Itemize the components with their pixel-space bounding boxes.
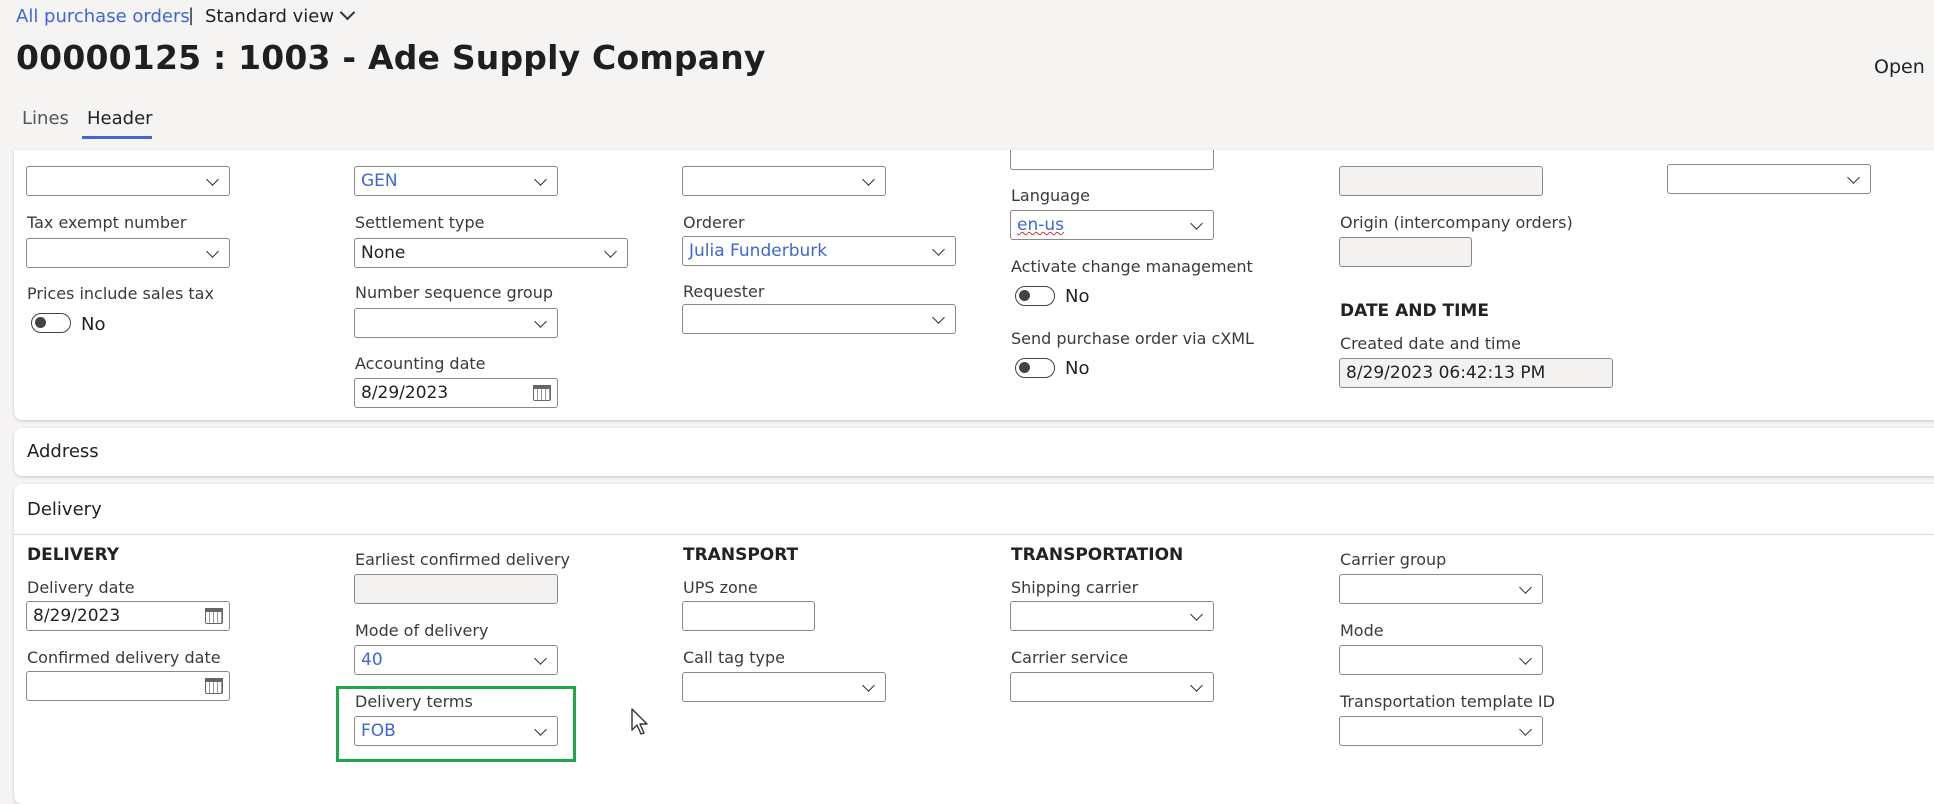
ups-zone-field[interactable]: [682, 601, 815, 631]
chevron-down-icon: [534, 173, 547, 186]
origin-field: [1339, 237, 1472, 267]
prices-incl-tax-toggle[interactable]: [31, 313, 71, 333]
activate-change-label: Activate change management: [1011, 257, 1253, 276]
mode-dropdown[interactable]: [1339, 645, 1543, 675]
carrier-group-label: Carrier group: [1340, 550, 1447, 569]
chevron-down-icon: [206, 245, 219, 258]
number-seq-dropdown[interactable]: [354, 308, 558, 338]
address-card[interactable]: [14, 428, 1934, 476]
transportation-heading: TRANSPORTATION: [1011, 545, 1184, 565]
chevron-down-icon: [1190, 679, 1203, 692]
chevron-down-icon: [932, 311, 945, 324]
chevron-down-icon: [862, 173, 875, 186]
general-card: [14, 150, 1934, 420]
requester-label: Requester: [683, 282, 765, 301]
mouse-cursor-icon: [631, 708, 648, 735]
chevron-down-icon: [1847, 171, 1860, 184]
col1-top-dropdown[interactable]: [26, 166, 230, 196]
settlement-type-dropdown[interactable]: None: [354, 238, 628, 268]
requester-dropdown[interactable]: [682, 304, 956, 334]
carrier-service-dropdown[interactable]: [1010, 672, 1214, 702]
orderer-dropdown[interactable]: Julia Funderburk: [682, 236, 956, 266]
chevron-down-icon: [1190, 608, 1203, 621]
earliest-confirmed-label: Earliest confirmed delivery: [355, 550, 570, 569]
chevron-down-icon: [1519, 652, 1532, 665]
template-dropdown[interactable]: [1339, 716, 1543, 746]
accounting-date-label: Accounting date: [355, 354, 486, 373]
call-tag-label: Call tag type: [683, 648, 786, 667]
send-cxml-label: Send purchase order via cXML: [1011, 329, 1254, 348]
send-cxml-value: No: [1065, 358, 1090, 379]
prices-incl-tax-label: Prices include sales tax: [27, 284, 214, 303]
carrier-service-label: Carrier service: [1011, 648, 1129, 667]
accounting-date-field[interactable]: 8/29/2023: [354, 378, 558, 408]
chevron-down-icon: [339, 4, 356, 21]
activate-change-value: No: [1065, 286, 1090, 307]
chevron-down-icon: [534, 723, 547, 736]
send-cxml-toggle[interactable]: [1015, 358, 1055, 378]
mode-of-delivery-dropdown[interactable]: 40: [354, 645, 558, 675]
activate-change-toggle[interactable]: [1015, 286, 1055, 306]
chevron-down-icon: [604, 245, 617, 258]
address-section-title[interactable]: Address: [27, 441, 99, 462]
tab-header[interactable]: Header: [87, 108, 153, 129]
calendar-icon[interactable]: [205, 678, 223, 694]
language-dropdown[interactable]: en-us: [1010, 210, 1214, 240]
delivery-date-field[interactable]: 8/29/2023: [26, 601, 230, 631]
earliest-confirmed-field: [354, 574, 558, 604]
col6-top-dropdown[interactable]: [1667, 164, 1871, 194]
tax-exempt-label: Tax exempt number: [27, 213, 187, 232]
chevron-down-icon: [534, 315, 547, 328]
col5-top-field: [1339, 166, 1543, 196]
chevron-down-icon: [1519, 581, 1532, 594]
shipping-carrier-label: Shipping carrier: [1011, 578, 1139, 597]
view-selector[interactable]: Standard view: [205, 4, 356, 27]
view-selector-label: Standard view: [205, 6, 335, 27]
col2-top-dropdown[interactable]: GEN: [354, 166, 558, 196]
delivery-card: [14, 484, 1934, 804]
chevron-down-icon: [1190, 217, 1203, 230]
mode-of-delivery-label: Mode of delivery: [355, 621, 489, 640]
delivery-section-title[interactable]: Delivery: [27, 499, 102, 520]
origin-label: Origin (intercompany orders): [1340, 213, 1573, 232]
call-tag-dropdown[interactable]: [682, 672, 886, 702]
divider: [14, 534, 1934, 535]
chevron-down-icon: [534, 652, 547, 665]
delivery-terms-label: Delivery terms: [355, 692, 473, 711]
status-label: Open: [1874, 56, 1925, 78]
confirmed-date-field[interactable]: [26, 671, 230, 701]
orderer-label: Orderer: [683, 213, 745, 232]
active-tab-indicator: [82, 136, 152, 139]
mode-label: Mode: [1340, 621, 1384, 640]
chevron-down-icon: [206, 173, 219, 186]
language-label: Language: [1011, 186, 1090, 205]
settlement-type-label: Settlement type: [355, 213, 485, 232]
created-label: Created date and time: [1340, 334, 1521, 353]
carrier-group-dropdown[interactable]: [1339, 574, 1543, 604]
chevron-down-icon: [1519, 723, 1532, 736]
delivery-terms-dropdown[interactable]: FOB: [354, 716, 558, 746]
page-title: 00000125 : 1003 - Ade Supply Company: [16, 38, 766, 77]
transport-heading: TRANSPORT: [683, 545, 799, 565]
prices-incl-tax-value: No: [81, 314, 106, 335]
col4-top-field[interactable]: [1010, 150, 1214, 170]
created-field: 8/29/2023 06:42:13 PM: [1339, 358, 1613, 388]
confirmed-date-label: Confirmed delivery date: [27, 648, 221, 667]
calendar-icon[interactable]: [533, 385, 551, 401]
ups-zone-label: UPS zone: [683, 578, 758, 597]
number-seq-label: Number sequence group: [355, 283, 554, 302]
calendar-icon[interactable]: [205, 608, 223, 624]
delivery-heading: DELIVERY: [27, 545, 120, 565]
datetime-heading: DATE AND TIME: [1340, 301, 1489, 321]
col3-top-dropdown[interactable]: [682, 166, 886, 196]
tab-lines[interactable]: Lines: [22, 108, 69, 129]
breadcrumb-all-purchase-orders[interactable]: All purchase orders: [16, 6, 190, 27]
template-label: Transportation template ID: [1340, 692, 1555, 711]
chevron-down-icon: [932, 243, 945, 256]
tax-exempt-dropdown[interactable]: [26, 238, 230, 268]
shipping-carrier-dropdown[interactable]: [1010, 601, 1214, 631]
breadcrumb-separator: |: [188, 5, 195, 26]
chevron-down-icon: [862, 679, 875, 692]
delivery-date-label: Delivery date: [27, 578, 135, 597]
